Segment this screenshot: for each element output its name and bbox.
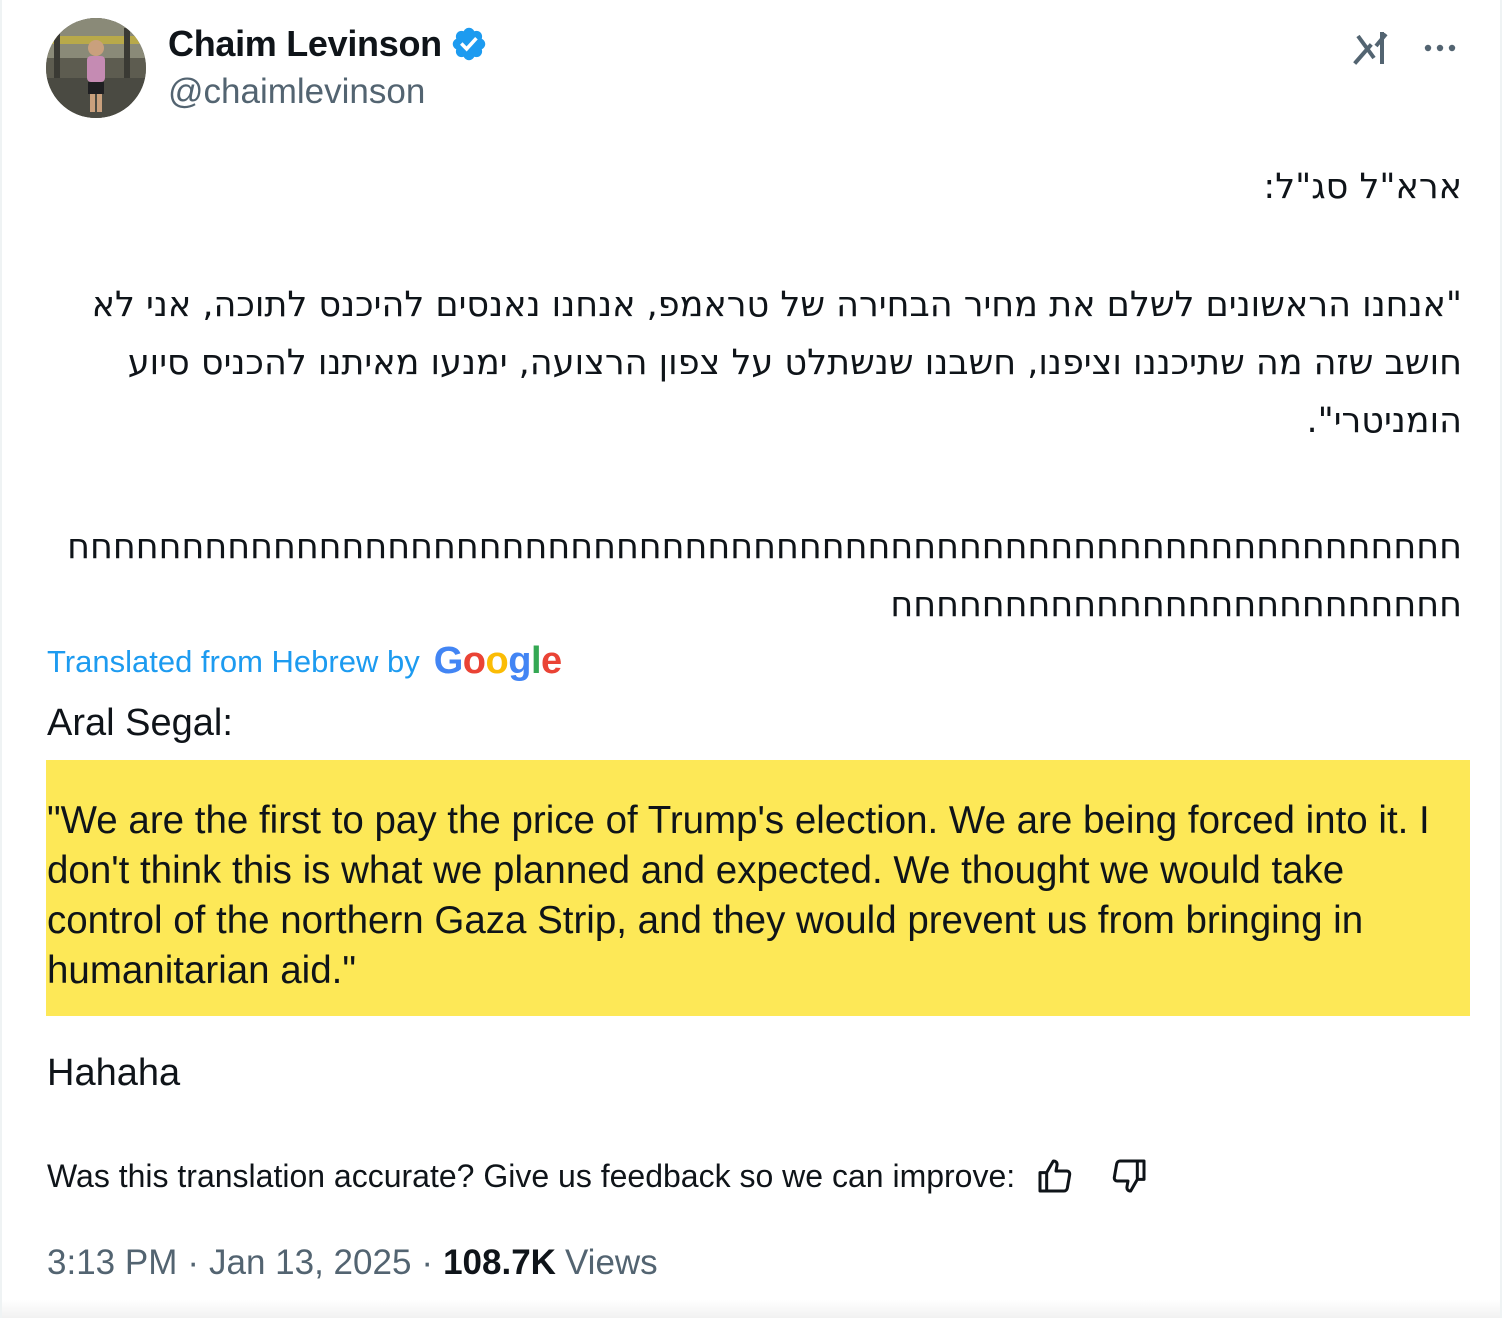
tweet-card: Chaim Levinson @chaimlevinson ארא"ל סג"ל…: [0, 0, 1502, 1318]
handle[interactable]: @chaimlevinson: [168, 72, 488, 112]
views-count[interactable]: 108.7K: [443, 1243, 556, 1283]
thumbs-up-button[interactable]: [1035, 1156, 1075, 1196]
name-row: Chaim Levinson: [168, 22, 488, 66]
tweet-time[interactable]: 3:13 PM: [47, 1243, 177, 1283]
hebrew-title: ארא"ל סג"ל:: [1263, 167, 1462, 207]
thumbs-up-icon: [1038, 1159, 1072, 1193]
avatar[interactable]: [46, 18, 146, 118]
more-icon[interactable]: [1420, 28, 1460, 68]
google-logo: Google: [433, 640, 562, 682]
views-label[interactable]: Views: [565, 1243, 658, 1283]
grok-icon[interactable]: [1352, 28, 1392, 68]
verified-badge-icon[interactable]: [450, 25, 488, 63]
translated-quote: "We are the first to pay the price of Tr…: [47, 799, 1430, 992]
hebrew-quote: "אנחנו הראשונים לשלם את מחיר הבחירה של ט…: [91, 285, 1462, 441]
thumbs-down-icon: [1112, 1159, 1146, 1193]
card-bottom-edge: [2, 1300, 1500, 1318]
tweet-header: Chaim Levinson @chaimlevinson: [46, 18, 1460, 122]
meta-separator: ·: [187, 1243, 200, 1282]
translated-title: Aral Segal:: [47, 702, 233, 744]
hebrew-laugh: חחחחחחחחחחחחחחחחחחחחחחחחחחחחחחחחחחחחחחחח…: [67, 527, 1462, 625]
tweet-meta: 3:13 PM · Jan 13, 2025 · 108.7K Views: [47, 1243, 658, 1283]
meta-separator: ·: [421, 1243, 434, 1282]
feedback-prompt: Was this translation accurate? Give us f…: [47, 1157, 1016, 1194]
display-name[interactable]: Chaim Levinson: [168, 23, 442, 65]
author-info: Chaim Levinson @chaimlevinson: [168, 22, 488, 112]
translation-attribution[interactable]: Translated from Hebrew by Google: [47, 640, 562, 683]
translation-feedback: Was this translation accurate? Give us f…: [47, 1156, 1149, 1196]
thumbs-down-button[interactable]: [1109, 1156, 1149, 1196]
avatar-photo: [46, 18, 146, 118]
translated-laugh: Hahaha: [47, 1052, 181, 1094]
tweet-date[interactable]: Jan 13, 2025: [209, 1243, 411, 1283]
top-actions: [1352, 28, 1460, 68]
translation-attribution-text: Translated from Hebrew by: [47, 643, 420, 679]
